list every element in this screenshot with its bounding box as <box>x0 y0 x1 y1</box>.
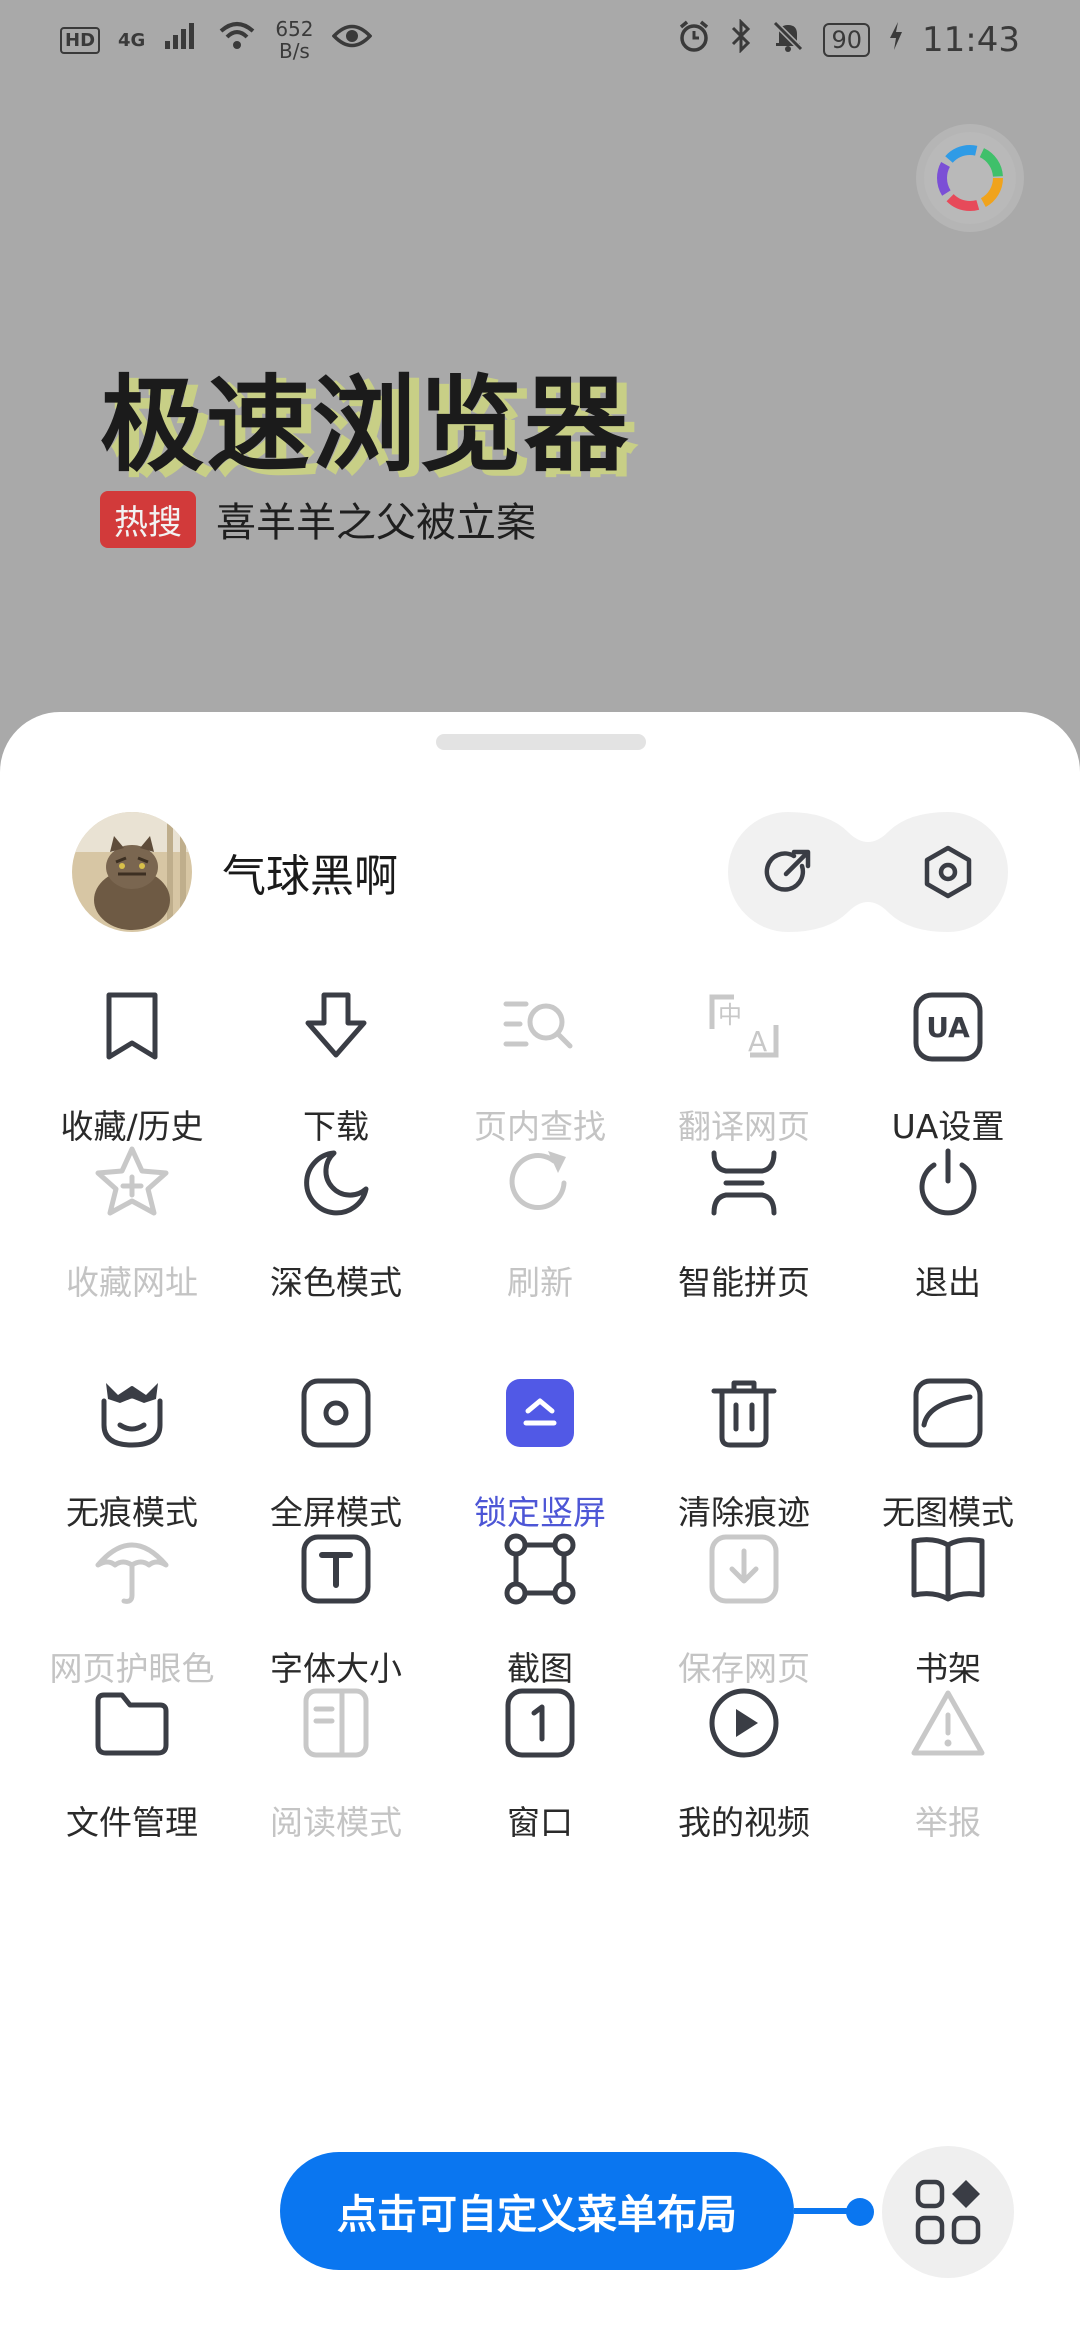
charging-icon <box>888 20 904 61</box>
menu-item-reader-mode[interactable]: 阅读模式 <box>228 1670 444 1900</box>
font-size-icon <box>291 1524 381 1614</box>
wifi-icon <box>217 20 257 60</box>
clock: 11:43 <box>922 20 1020 60</box>
hd-badge: HD <box>60 26 101 54</box>
incognito-icon <box>87 1368 177 1458</box>
battery-indicator: 90 <box>823 23 871 57</box>
menu-item-my-videos[interactable]: 我的视频 <box>636 1670 852 1900</box>
menu-item-label: 举报 <box>915 1803 981 1842</box>
drag-handle[interactable] <box>436 734 646 750</box>
fullscreen-icon <box>291 1368 381 1458</box>
svg-text:A: A <box>748 1025 767 1058</box>
hot-search-text[interactable]: 喜羊羊之父被立案 <box>216 490 536 548</box>
tip-dot <box>846 2198 874 2226</box>
find-in-page-icon <box>495 982 585 1072</box>
grid-layout-icon <box>915 2179 981 2245</box>
quick-actions <box>728 812 1008 932</box>
save-page-icon <box>699 1524 789 1614</box>
menu-item-add-bookmark[interactable]: 收藏网址 <box>24 1130 240 1360</box>
menu-item-label: 文件管理 <box>66 1803 198 1842</box>
smart-page-icon <box>699 1138 789 1228</box>
lock-portrait-icon <box>495 1368 585 1458</box>
assistant-logo-icon[interactable] <box>924 132 1016 224</box>
eye-icon <box>331 20 372 60</box>
bookmark-icon <box>87 982 177 1072</box>
menu-item-file-manager[interactable]: 文件管理 <box>24 1670 240 1900</box>
profile-name[interactable]: 气球黑啊 <box>222 840 398 904</box>
menu-item-label: 刷新 <box>507 1263 573 1302</box>
window-icon <box>495 1678 585 1768</box>
refresh-icon <box>495 1138 585 1228</box>
menu-item-label: 深色模式 <box>270 1263 402 1302</box>
menu-item-label: 阅读模式 <box>270 1803 402 1842</box>
status-bar: HD 4G 652 B/s 90 11:43 <box>0 0 1080 80</box>
page-title: 极速浏览器 <box>100 364 631 486</box>
download-icon <box>291 982 381 1072</box>
menu-item-label: 智能拼页 <box>678 1263 810 1302</box>
hot-badge: 热搜 <box>100 490 196 548</box>
menu-item-smart-page[interactable]: 智能拼页 <box>636 1130 852 1360</box>
customize-layout-tip[interactable]: 点击可自定义菜单布局 <box>280 2152 794 2270</box>
warning-icon <box>903 1678 993 1768</box>
speed-unit: B/s <box>278 39 310 63</box>
menu-item-dark-mode[interactable]: 深色模式 <box>228 1130 444 1360</box>
share-button[interactable] <box>728 812 848 932</box>
svg-text:中: 中 <box>718 1001 742 1029</box>
book-icon <box>903 1524 993 1614</box>
settings-button[interactable] <box>888 812 1008 932</box>
signal-icon <box>163 20 199 60</box>
hot-search-row[interactable]: 热搜 喜羊羊之父被立案 <box>100 490 536 548</box>
status-right: 90 11:43 <box>677 17 1020 62</box>
menu-item-label: 窗口 <box>507 1803 573 1842</box>
ua-icon: UA <box>903 982 993 1072</box>
moon-icon <box>291 1138 381 1228</box>
star-add-icon <box>87 1138 177 1228</box>
menu-sheet: 气球黑啊 收藏/历史 下载 页内查找 中 A 翻译网页 UA UA设置 收藏网址… <box>0 712 1080 2340</box>
reader-icon <box>291 1678 381 1768</box>
menu-item-report[interactable]: 举报 <box>840 1670 1056 1900</box>
svg-text:UA: UA <box>926 1011 970 1044</box>
mute-bell-icon <box>771 19 805 62</box>
menu-item-label: 我的视频 <box>678 1803 810 1842</box>
play-icon <box>699 1678 789 1768</box>
menu-item-windows[interactable]: 窗口 <box>432 1670 648 1900</box>
profile[interactable]: 气球黑啊 <box>72 812 398 932</box>
customize-layout-button[interactable] <box>882 2146 1014 2278</box>
avatar[interactable] <box>72 812 192 932</box>
power-icon <box>903 1138 993 1228</box>
menu-item-refresh[interactable]: 刷新 <box>432 1130 648 1360</box>
menu-item-label: 收藏网址 <box>66 1263 198 1302</box>
screenshot-icon <box>495 1524 585 1614</box>
alarm-icon <box>677 19 711 62</box>
settings-hex-icon <box>924 845 972 899</box>
speed-value: 652 <box>275 17 314 41</box>
share-icon <box>764 849 811 892</box>
network-type: 4G <box>118 29 146 51</box>
bluetooth-icon <box>729 17 753 62</box>
folder-icon <box>87 1678 177 1768</box>
status-left: HD 4G 652 B/s <box>60 18 372 62</box>
trash-icon <box>699 1368 789 1458</box>
menu-item-label: 退出 <box>915 1263 981 1302</box>
menu-item-exit[interactable]: 退出 <box>840 1130 1056 1360</box>
umbrella-icon <box>87 1524 177 1614</box>
no-image-icon <box>903 1368 993 1458</box>
net-speed: 652 B/s <box>275 18 313 62</box>
translate-icon: 中A <box>699 982 789 1072</box>
